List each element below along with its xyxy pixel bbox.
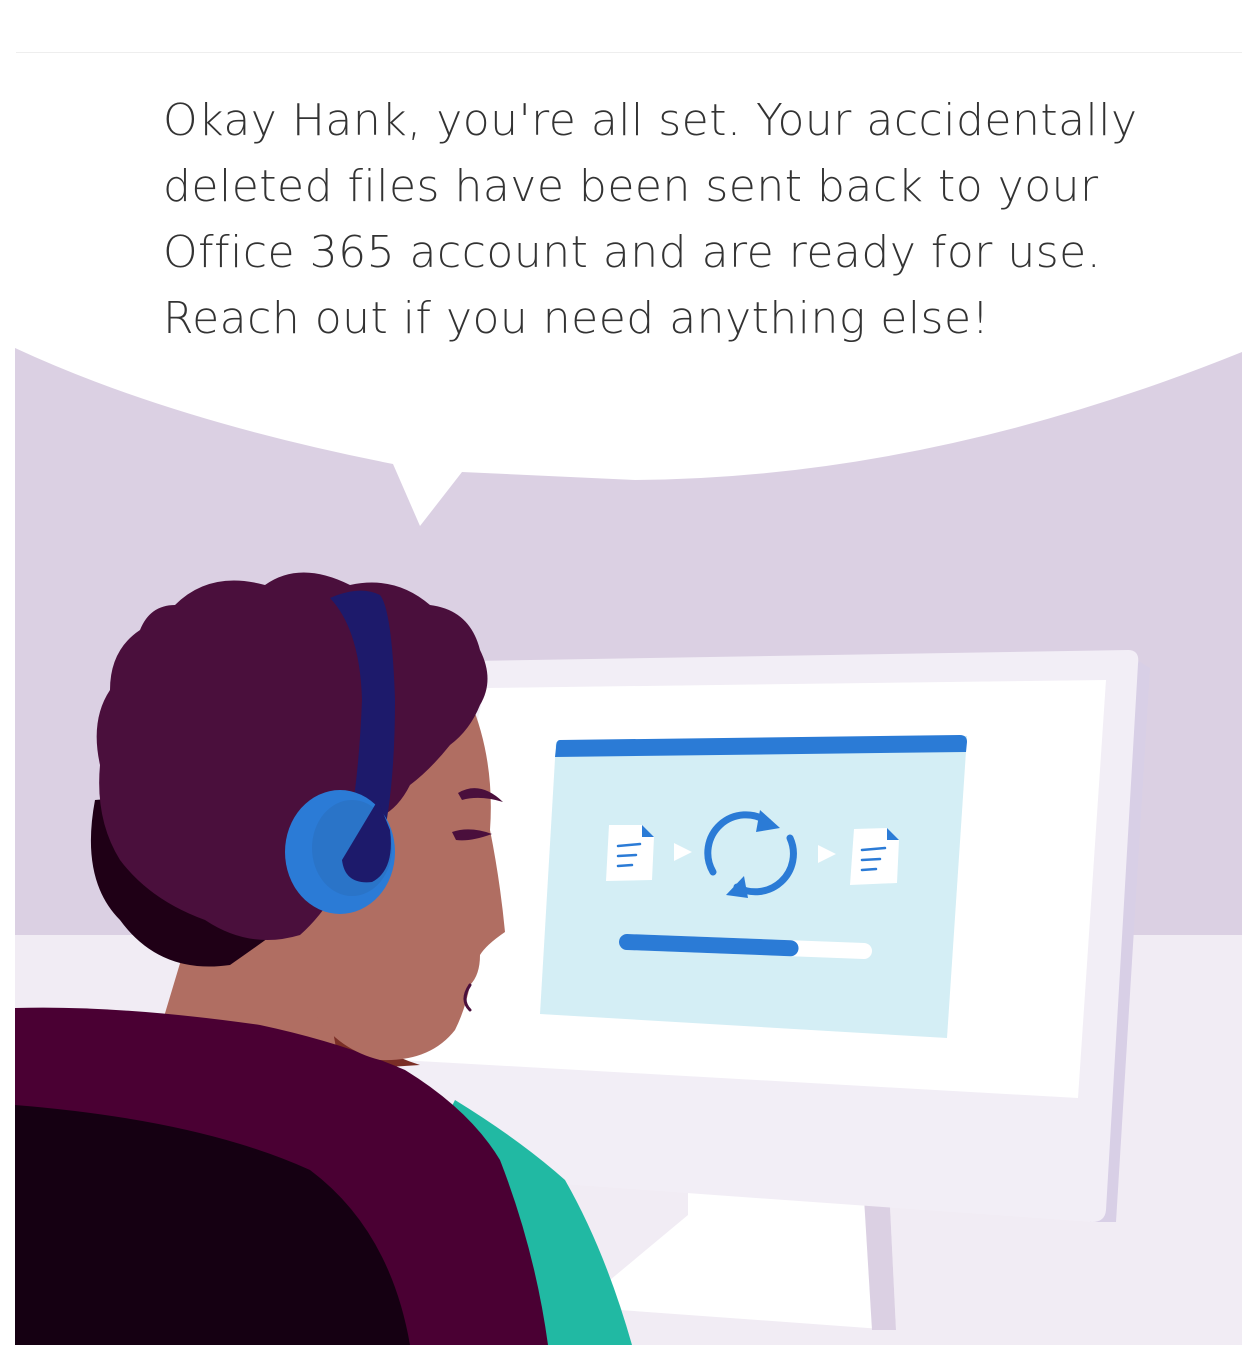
speech-bubble-text: Okay Hank, you're all set. Your accident… [163,95,1138,344]
progress-fill [619,934,799,957]
document-icon [606,825,654,881]
progress-bar [619,934,872,959]
document-icon [850,828,899,885]
app-window [540,736,967,1038]
top-divider [16,52,1242,53]
